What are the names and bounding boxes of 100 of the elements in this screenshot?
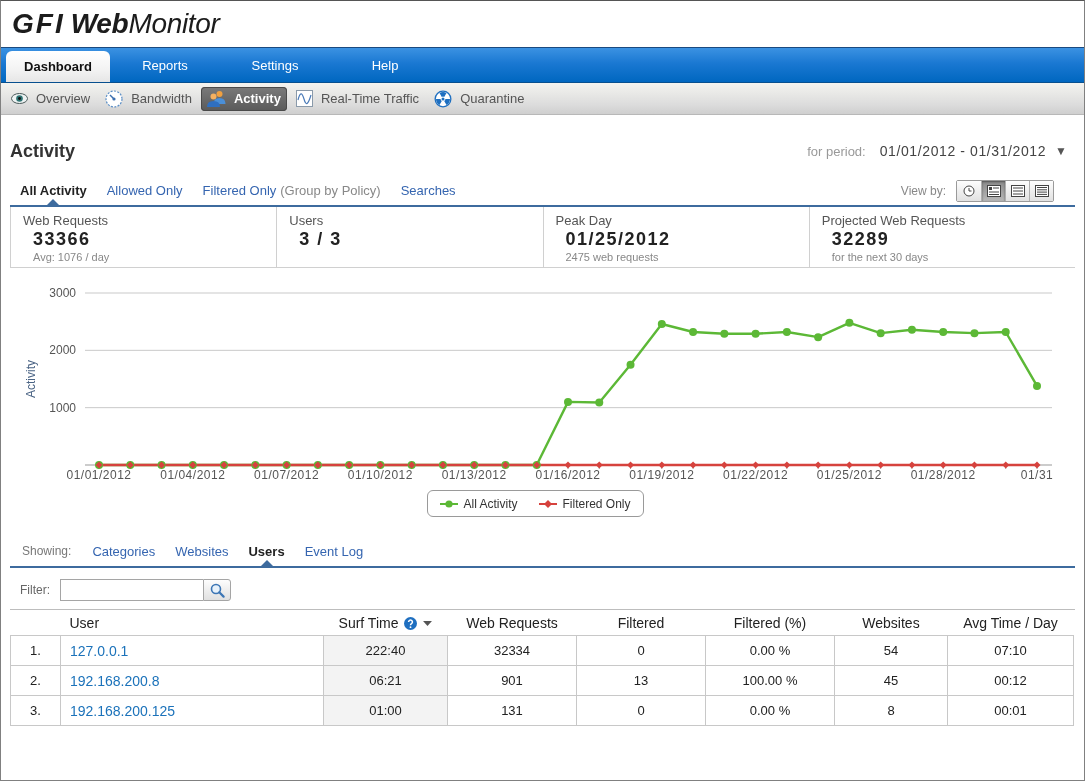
table-cell: 00:01 <box>947 695 1074 726</box>
stat-label: Users <box>289 213 324 228</box>
view-button[interactable] <box>1005 181 1029 201</box>
sort-caret-icon <box>423 621 433 627</box>
column-header[interactable]: User <box>60 610 324 636</box>
data-point <box>970 461 978 469</box>
view-button[interactable] <box>1029 181 1053 201</box>
subnav-tab[interactable]: Bandwidth <box>99 86 198 111</box>
stat-note: 2475 web requests <box>565 251 659 264</box>
data-point <box>564 461 572 469</box>
user-link[interactable]: 127.0.0.1 <box>70 642 129 659</box>
column-header[interactable]: Filtered (%) <box>705 610 835 636</box>
filter-tab[interactable]: All Activity <box>20 183 87 205</box>
stat-label: Peak Day <box>555 213 612 228</box>
table-cell: 131 <box>447 695 577 726</box>
table-cell: 45 <box>834 665 948 696</box>
stat-label: Web Requests <box>23 213 109 228</box>
data-point <box>907 325 916 334</box>
showing-label: Showing: <box>22 544 72 559</box>
filter-tab[interactable]: Users <box>248 544 285 566</box>
wave-chart-icon <box>295 90 313 107</box>
view-button[interactable] <box>981 181 1005 201</box>
data-point <box>1002 461 1010 469</box>
period-dropdown[interactable]: 01/01/2012 - 01/31/2012 ▼ <box>879 143 1067 159</box>
axis-tick-label: 01/25/2012 <box>816 468 882 482</box>
app-logo: GFI WebMonitor <box>12 8 220 40</box>
filter-tab[interactable]: Websites <box>175 544 229 566</box>
data-point <box>626 360 635 369</box>
eye-icon <box>11 93 28 104</box>
data-point <box>438 461 447 469</box>
column-header[interactable]: Surf Time <box>323 610 448 636</box>
subnav-tab[interactable]: Overview <box>5 86 97 111</box>
filter-tab[interactable]: Categories <box>92 544 156 566</box>
data-point <box>188 461 197 469</box>
column-header[interactable]: Web Requests <box>447 610 577 636</box>
nav-tab[interactable]: Dashboard <box>6 51 110 82</box>
legend-label: All Activity <box>463 496 518 511</box>
column-header[interactable]: Avg Time / Day <box>947 610 1074 636</box>
data-point <box>470 461 479 469</box>
axis-tick-label: 3000 <box>49 286 76 300</box>
data-point <box>783 461 791 469</box>
search-button[interactable] <box>203 579 231 601</box>
data-point <box>126 461 135 469</box>
column-header[interactable]: Websites <box>834 610 948 636</box>
table-cell: 901 <box>447 665 577 696</box>
search-icon <box>209 582 225 598</box>
stat-note: for the next 30 days <box>831 251 929 264</box>
subnav-tab[interactable]: Quarantine <box>428 86 531 111</box>
data-point <box>1033 461 1041 469</box>
data-point <box>939 461 947 469</box>
filter-tab[interactable]: Event Log <box>304 544 364 566</box>
axis-tick-label: 01/04/2012 <box>160 468 226 482</box>
detail-list-icon <box>986 185 1001 197</box>
data-point <box>95 461 103 469</box>
axis-tick-label: 01/31 <box>1020 468 1054 482</box>
data-point <box>720 461 728 469</box>
data-point <box>282 461 291 469</box>
data-point <box>752 461 760 469</box>
nav-tab[interactable]: Settings <box>220 50 330 80</box>
nav-tab[interactable]: Reports <box>110 50 220 80</box>
data-point <box>970 329 979 338</box>
subnav-tab[interactable]: Activity <box>200 86 287 111</box>
axis-tick-label: 1000 <box>49 400 76 415</box>
view-button[interactable] <box>957 181 981 201</box>
data-point <box>845 461 853 469</box>
column-header[interactable]: Filtered <box>576 610 706 636</box>
row-number: 2. <box>10 665 61 696</box>
row-number: 3. <box>10 695 61 726</box>
tab-note: (Group by Policy) <box>280 183 381 198</box>
axis-tick-label: 01/28/2012 <box>910 468 976 482</box>
data-point <box>782 328 791 336</box>
data-point <box>595 461 603 469</box>
data-point <box>939 328 948 336</box>
radiation-icon <box>434 89 453 108</box>
filter-tab[interactable]: Allowed Only <box>106 183 183 205</box>
row-number: 1. <box>10 635 61 666</box>
user-link[interactable]: 192.168.200.8 <box>70 672 160 689</box>
data-point <box>1033 381 1041 390</box>
data-point <box>313 461 322 469</box>
axis-tick-label: 01/10/2012 <box>347 468 413 482</box>
data-point <box>627 461 635 469</box>
subnav-tab[interactable]: Real-Time Traffic <box>289 86 426 111</box>
table-cell: 8 <box>834 695 948 726</box>
stat-value: 32289 <box>831 228 890 251</box>
data-point <box>751 329 760 338</box>
data-point <box>658 461 666 469</box>
nav-tab[interactable]: Help <box>330 50 440 80</box>
stat-note: Avg: 1076 / day <box>33 251 110 264</box>
filter-field[interactable] <box>60 579 203 601</box>
table-cell: 100.00 % <box>705 665 835 696</box>
stat-value: 01/25/2012 <box>565 228 671 251</box>
axis-tick-label: 01/19/2012 <box>629 468 695 482</box>
period-label: for period: <box>807 143 866 159</box>
data-point <box>657 319 666 328</box>
filter-tab[interactable]: Filtered Only <box>202 183 277 205</box>
page-title: Activity <box>10 140 76 162</box>
data-point <box>689 328 698 336</box>
stat-value: 3 / 3 <box>299 228 342 251</box>
data-point <box>689 461 697 469</box>
filter-tab[interactable]: Searches <box>400 183 456 205</box>
